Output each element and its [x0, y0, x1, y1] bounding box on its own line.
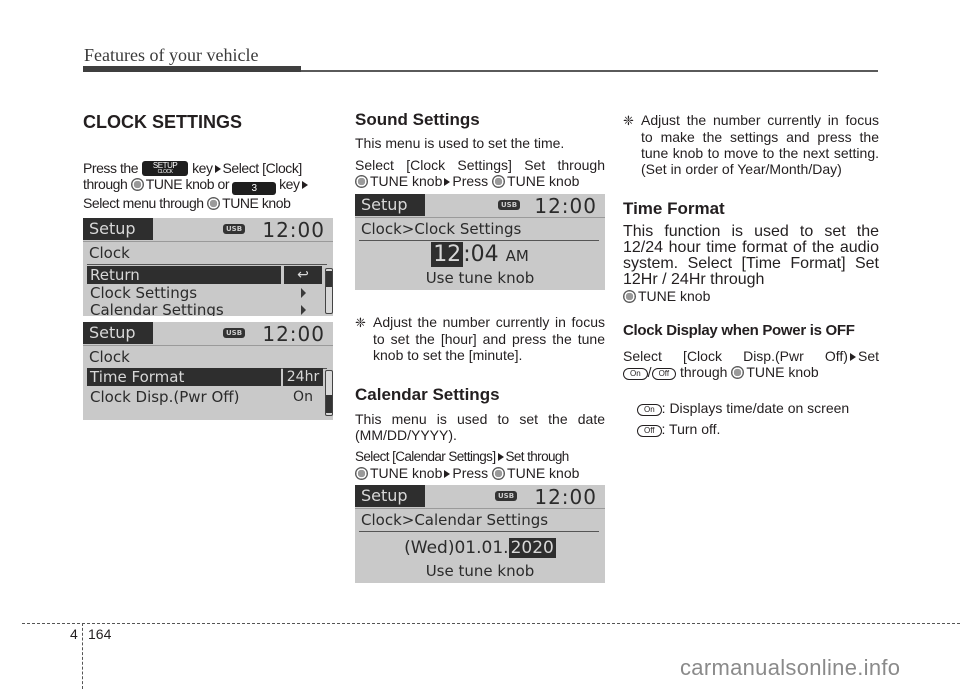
arrow-right-icon	[849, 353, 856, 361]
on-button-icon: On	[637, 404, 662, 416]
on-description: On: Displays time/date on screen	[623, 400, 879, 416]
chevron-right-icon	[301, 288, 306, 298]
time-format-desc: This function is used to set the 12/24 h…	[623, 223, 879, 288]
menu-item-calendar-settings[interactable]: Calendar Settings	[87, 301, 281, 316]
lcd-clock: 12:00	[262, 322, 325, 346]
column-2-lower: ❈ Adjust the number currently in focus to…	[355, 314, 605, 481]
sound-instr-1: Select [Clock Settings] Set through	[355, 157, 605, 173]
chapter-number: 4	[70, 626, 78, 642]
tune-knob-icon	[492, 467, 506, 480]
sound-instr-2: TUNE knob Press TUNE knob	[355, 173, 605, 189]
section-title-clock-settings: CLOCK SETTINGS	[83, 112, 243, 132]
lcd-screen-clock-menu-2: Setup USB 12:00 Clock Time Format 24hr C…	[83, 322, 333, 420]
header-rule-thick	[83, 66, 301, 72]
tune-knob-icon	[623, 290, 636, 303]
ampm-field[interactable]: AM	[506, 247, 529, 265]
arrow-right-icon	[444, 178, 451, 186]
hour-field[interactable]: 12	[431, 242, 464, 267]
lcd-title: Clock	[89, 244, 130, 262]
date-setter: (Wed)01.01. 2020	[355, 537, 605, 559]
time-format-tune: TUNE knob	[623, 288, 879, 304]
chevron-right-icon	[301, 305, 306, 315]
scrollbar[interactable]	[325, 268, 333, 314]
clock-display-instr-1: Select [Clock Disp.(Pwr Off) Set	[623, 348, 879, 364]
column-1: CLOCK SETTINGS Press the SETUP CLOCK key Sel…	[83, 110, 335, 211]
tune-hint: Use tune knob	[425, 562, 535, 580]
return-icon[interactable]: ↩	[284, 266, 322, 284]
usb-icon: USB	[495, 491, 517, 501]
menu-item-clock-disp[interactable]: Clock Disp.(Pwr Off)	[87, 388, 281, 406]
tune-knob-icon	[492, 175, 506, 188]
setup-tab: Setup	[83, 322, 153, 344]
lcd-title: Clock>Calendar Settings	[361, 511, 549, 529]
clock-disp-value: On	[293, 389, 313, 405]
setup-tab: Setup	[83, 218, 153, 240]
lcd-title: Clock	[89, 348, 130, 366]
running-header: Features of your vehicle	[84, 45, 259, 65]
note-calendar: ❈ Adjust the number currently in focus to…	[623, 112, 879, 177]
minute-field[interactable]: 04	[471, 242, 499, 267]
off-description: Off: Turn off.	[623, 421, 879, 437]
menu-item-return[interactable]: Return	[87, 266, 281, 284]
calendar-desc: This menu is used to set the date (MM/DD…	[355, 411, 605, 443]
lcd-screen-clock-settings: Setup USB 12:00 Clock>Clock Settings 12:…	[355, 194, 605, 290]
setup-tab: Setup	[355, 485, 425, 507]
calendar-instr-2: TUNE knob Press TUNE knob	[355, 465, 605, 481]
time-format-value: 24hr	[283, 368, 323, 386]
scrollbar[interactable]	[325, 370, 333, 416]
off-button-icon: Off	[651, 368, 677, 380]
arrow-right-icon	[497, 453, 504, 461]
clock-display-instr-2: On / Off through TUNE knob	[623, 364, 879, 380]
tune-knob-icon	[731, 366, 745, 379]
number-key-icon: 3	[232, 182, 277, 195]
asterisk-icon: ❈	[623, 113, 634, 128]
section-title-clock-display: Clock Display when Power is OFF	[623, 322, 855, 339]
setup-tab: Setup	[355, 194, 425, 216]
lcd-clock: 12:00	[534, 485, 597, 509]
usb-icon: USB	[223, 328, 245, 338]
intro-paragraph: Press the SETUP CLOCK key Select [Clock] thr…	[83, 160, 335, 211]
page-number: 164	[88, 626, 112, 642]
column-3: ❈ Adjust the number currently in focus to…	[623, 110, 879, 437]
column-2: Sound Settings This menu is used to set …	[355, 110, 605, 189]
usb-icon: USB	[223, 224, 245, 234]
setup-key-icon: SETUP CLOCK	[142, 161, 189, 176]
calendar-instr-1: Select [Calendar Settings] Set through	[355, 449, 569, 464]
footer-dashed-rule	[22, 623, 960, 624]
section-title-sound-settings: Sound Settings	[355, 110, 480, 129]
lcd-title: Clock>Clock Settings	[361, 220, 522, 238]
arrow-right-icon	[214, 165, 221, 173]
lcd-clock: 12:00	[534, 194, 597, 218]
tune-knob-icon	[355, 467, 368, 480]
lcd-screen-clock-menu: Setup USB 12:00 Clock Return ↩ Clock Set…	[83, 218, 333, 316]
date-field[interactable]: (Wed)01.01.	[404, 538, 508, 558]
year-field[interactable]: 2020	[508, 538, 556, 558]
sound-desc: This menu is used to set the time.	[355, 135, 565, 151]
note-clock: ❈ Adjust the number currently in focus to…	[355, 314, 605, 363]
section-title-time-format: Time Format	[623, 199, 725, 218]
tune-knob-icon	[355, 175, 368, 188]
watermark: carmanualsonline.info	[680, 655, 901, 680]
tune-hint: Use tune knob	[425, 269, 535, 287]
menu-item-time-format[interactable]: Time Format	[87, 368, 281, 386]
usb-icon: USB	[498, 200, 520, 210]
time-setter: 12:04 AM	[431, 242, 529, 267]
asterisk-icon: ❈	[355, 315, 366, 330]
arrow-right-icon	[301, 181, 308, 189]
tune-knob-icon	[207, 197, 221, 210]
lcd-screen-calendar-settings: Setup USB 12:00 Clock>Calendar Settings …	[355, 485, 605, 583]
lcd-clock: 12:00	[262, 218, 325, 242]
tune-knob-icon	[130, 178, 144, 191]
footer-dashed-divider	[82, 623, 83, 689]
header-rule-thin	[301, 70, 878, 72]
arrow-right-icon	[444, 470, 451, 478]
menu-item-clock-settings[interactable]: Clock Settings	[87, 284, 281, 302]
on-button-icon: On	[623, 368, 648, 380]
off-button-icon: Off	[637, 425, 662, 437]
section-title-calendar-settings: Calendar Settings	[355, 385, 500, 404]
